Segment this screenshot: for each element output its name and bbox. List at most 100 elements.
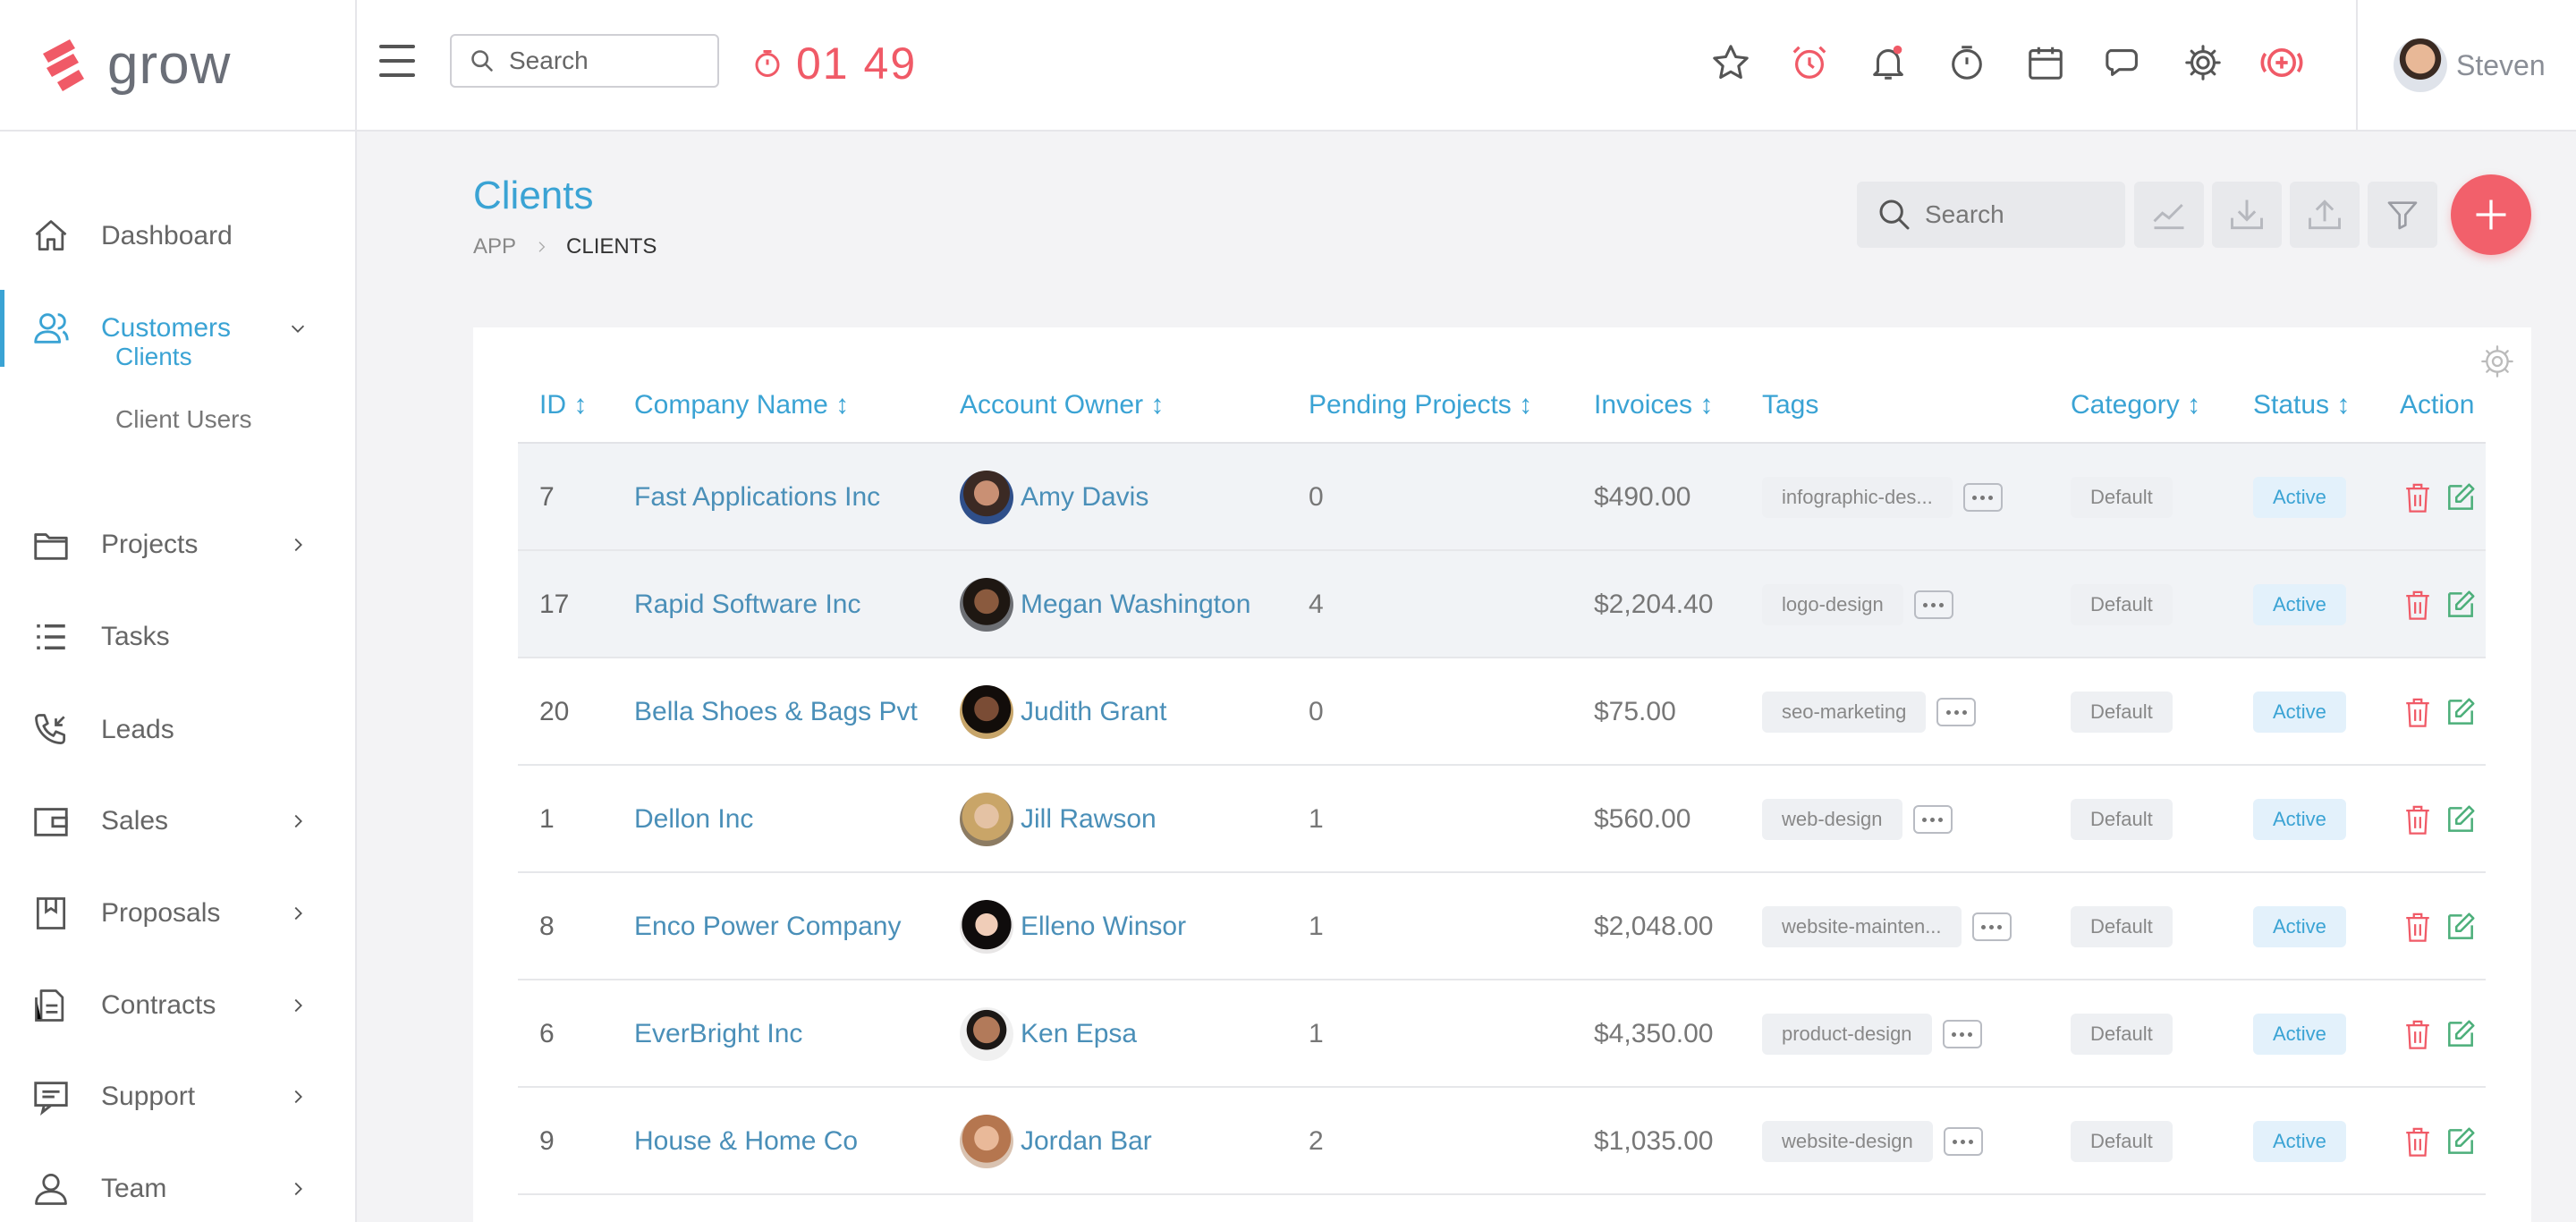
status-badge[interactable]: Active bbox=[2253, 692, 2346, 733]
sidebar-item-projects[interactable]: Projects bbox=[0, 506, 355, 583]
top-search[interactable] bbox=[450, 34, 719, 88]
clients-table-card: ID ↕ Company Name ↕ Account Owner ↕ Pend… bbox=[473, 327, 2531, 1222]
edit-icon[interactable] bbox=[2443, 1124, 2479, 1159]
column-header-owner[interactable]: Account Owner ↕ bbox=[960, 390, 1164, 420]
sidebar-item-team[interactable]: Team bbox=[0, 1150, 355, 1222]
table-search[interactable] bbox=[1857, 182, 2125, 248]
cell-status: Active bbox=[2253, 658, 2346, 766]
cell-status: Active bbox=[2253, 1088, 2346, 1195]
company-link[interactable]: EverBright Inc bbox=[634, 980, 802, 1088]
edit-icon[interactable] bbox=[2443, 587, 2479, 623]
user-menu[interactable]: Steven bbox=[2394, 38, 2546, 92]
company-link[interactable]: House & Home Co bbox=[634, 1088, 858, 1195]
status-badge[interactable]: Active bbox=[2253, 584, 2346, 625]
table-row[interactable]: 9 House & Home Co Jordan Bar 2 $1,035.00… bbox=[518, 1088, 2486, 1195]
company-link[interactable]: Bella Shoes & Bags Pvt bbox=[634, 658, 918, 766]
more-tags-icon[interactable] bbox=[1913, 590, 1953, 619]
company-link[interactable]: Rapid Software Inc bbox=[634, 551, 860, 658]
bell-icon[interactable] bbox=[1866, 40, 1911, 85]
column-header-invoices[interactable]: Invoices ↕ bbox=[1594, 390, 1713, 420]
owner-link[interactable]: Elleno Winsor bbox=[960, 873, 1186, 980]
sidebar-subitem-clients[interactable]: Clients bbox=[115, 343, 192, 371]
trash-icon[interactable] bbox=[2400, 587, 2436, 623]
edit-icon[interactable] bbox=[2443, 479, 2479, 515]
chart-button[interactable] bbox=[2134, 182, 2204, 248]
filter-button[interactable] bbox=[2368, 182, 2437, 248]
more-tags-icon[interactable] bbox=[1942, 1020, 1982, 1048]
add-circle-icon[interactable] bbox=[2259, 40, 2304, 85]
calendar-icon[interactable] bbox=[2023, 40, 2068, 85]
sidebar-item-proposals[interactable]: Proposals bbox=[0, 875, 355, 952]
breadcrumb-current: CLIENTS bbox=[566, 234, 657, 259]
download-button[interactable] bbox=[2212, 182, 2282, 248]
trash-icon[interactable] bbox=[2400, 1016, 2436, 1052]
cell-tags: product-design bbox=[1762, 980, 1982, 1088]
edit-icon[interactable] bbox=[2443, 802, 2479, 837]
trash-icon[interactable] bbox=[2400, 694, 2436, 730]
breadcrumb-app[interactable]: APP bbox=[473, 234, 516, 259]
timer[interactable]: 01 49 bbox=[751, 38, 917, 89]
edit-icon[interactable] bbox=[2443, 694, 2479, 730]
edit-icon[interactable] bbox=[2443, 1016, 2479, 1052]
cell-pending: 4 bbox=[1309, 590, 1324, 619]
table-row[interactable]: 8 Enco Power Company Elleno Winsor 1 $2,… bbox=[518, 873, 2486, 980]
owner-link[interactable]: Amy Davis bbox=[960, 444, 1148, 551]
owner-link[interactable]: Judith Grant bbox=[960, 658, 1166, 766]
more-tags-icon[interactable] bbox=[1912, 805, 1953, 834]
company-link[interactable]: Dellon Inc bbox=[634, 766, 753, 873]
logo[interactable]: grow bbox=[39, 32, 231, 97]
trash-icon[interactable] bbox=[2400, 802, 2436, 837]
trash-icon[interactable] bbox=[2400, 1124, 2436, 1159]
sidebar-item-sales[interactable]: Sales bbox=[0, 783, 355, 860]
more-tags-icon[interactable] bbox=[1962, 483, 2003, 512]
table-row[interactable]: 17 Rapid Software Inc Megan Washington 4… bbox=[518, 551, 2486, 658]
status-badge[interactable]: Active bbox=[2253, 1121, 2346, 1162]
stopwatch-icon bbox=[755, 50, 780, 77]
status-badge[interactable]: Active bbox=[2253, 906, 2346, 947]
table-row[interactable]: 7 Fast Applications Inc Amy Davis 0 $490… bbox=[518, 444, 2486, 551]
table-search-input[interactable] bbox=[1925, 200, 2113, 229]
cell-category: Default bbox=[2071, 766, 2173, 873]
more-tags-icon[interactable] bbox=[1971, 912, 2012, 941]
column-header-pending[interactable]: Pending Projects ↕ bbox=[1309, 390, 1532, 420]
top-search-input[interactable] bbox=[509, 47, 688, 75]
trash-icon[interactable] bbox=[2400, 909, 2436, 945]
sidebar-subitem-client-users[interactable]: Client Users bbox=[115, 405, 251, 434]
sidebar-item-tasks[interactable]: Tasks bbox=[0, 598, 355, 675]
more-tags-icon[interactable] bbox=[1936, 698, 1977, 726]
sidebar-item-contracts[interactable]: Contracts bbox=[0, 967, 355, 1044]
owner-link[interactable]: Jill Rawson bbox=[960, 766, 1157, 873]
alarm-icon[interactable] bbox=[1787, 40, 1832, 85]
status-badge[interactable]: Active bbox=[2253, 1014, 2346, 1055]
table-row[interactable]: 6 EverBright Inc Ken Epsa 1 $4,350.00 pr… bbox=[518, 980, 2486, 1088]
timer-icon[interactable] bbox=[1945, 40, 1989, 85]
column-header-status[interactable]: Status ↕ bbox=[2253, 390, 2350, 420]
sidebar-item-dashboard[interactable]: Dashboard bbox=[0, 198, 355, 275]
sidebar-item-leads[interactable]: Leads bbox=[0, 692, 355, 768]
add-client-button[interactable] bbox=[2451, 174, 2531, 255]
table-row[interactable]: 1 Dellon Inc Jill Rawson 1 $560.00 web-d… bbox=[518, 766, 2486, 873]
download-icon bbox=[2231, 199, 2263, 230]
company-link[interactable]: Enco Power Company bbox=[634, 873, 901, 980]
settings-icon[interactable] bbox=[2181, 40, 2225, 85]
column-header-category[interactable]: Category ↕ bbox=[2071, 390, 2200, 420]
messages-icon[interactable] bbox=[2102, 40, 2147, 85]
company-link[interactable]: Fast Applications Inc bbox=[634, 444, 880, 551]
status-badge[interactable]: Active bbox=[2253, 799, 2346, 840]
star-icon[interactable] bbox=[1708, 40, 1753, 85]
owner-link[interactable]: Jordan Bar bbox=[960, 1088, 1152, 1195]
table-row[interactable]: 20 Bella Shoes & Bags Pvt Judith Grant 0… bbox=[518, 658, 2486, 766]
upload-icon bbox=[2309, 199, 2341, 230]
more-tags-icon[interactable] bbox=[1943, 1127, 1983, 1156]
trash-icon[interactable] bbox=[2400, 479, 2436, 515]
tag-badge: product-design bbox=[1762, 1014, 1932, 1055]
upload-button[interactable] bbox=[2290, 182, 2360, 248]
menu-toggle-icon[interactable] bbox=[379, 45, 415, 77]
owner-link[interactable]: Megan Washington bbox=[960, 551, 1250, 658]
sidebar-item-support[interactable]: Support bbox=[0, 1058, 355, 1135]
status-badge[interactable]: Active bbox=[2253, 477, 2346, 518]
edit-icon[interactable] bbox=[2443, 909, 2479, 945]
column-header-company[interactable]: Company Name ↕ bbox=[634, 390, 849, 420]
column-header-id[interactable]: ID ↕ bbox=[539, 390, 587, 420]
owner-link[interactable]: Ken Epsa bbox=[960, 980, 1137, 1088]
